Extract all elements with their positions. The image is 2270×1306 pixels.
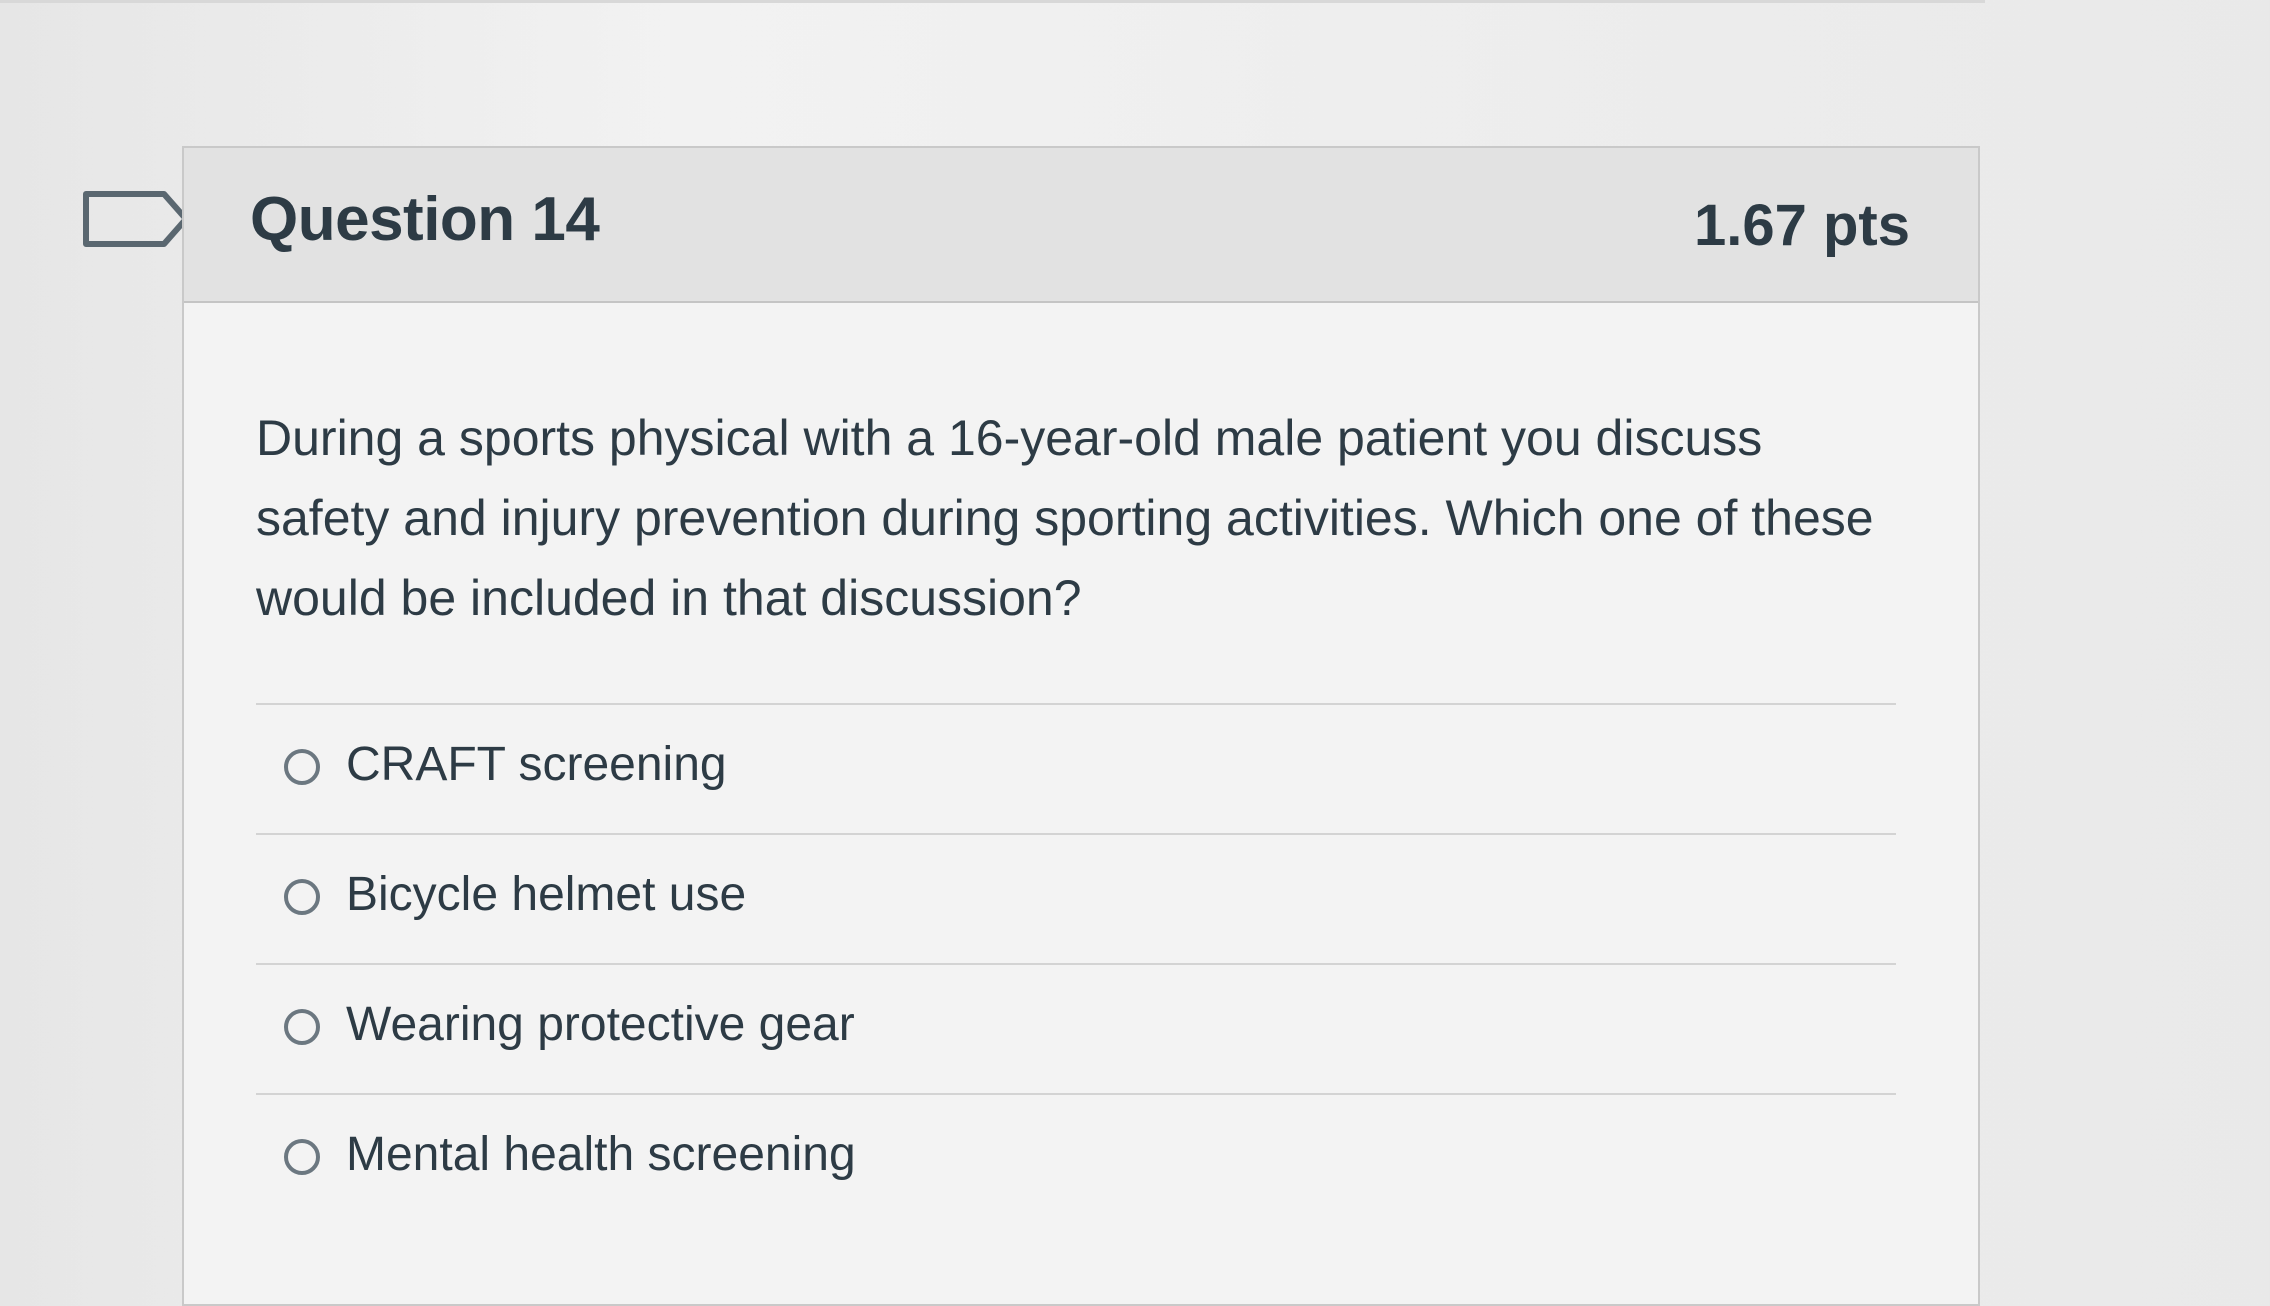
answer-label[interactable]: CRAFT screening: [346, 737, 727, 792]
answer-label[interactable]: Bicycle helmet use: [346, 867, 746, 922]
answer-list: CRAFT screening Bicycle helmet use Weari…: [256, 703, 1896, 1223]
page-divider: [0, 0, 1985, 3]
radio-unselected-icon[interactable]: [284, 749, 320, 785]
question-text: During a sports physical with a 16-year-…: [256, 410, 1874, 626]
question-title: Question 14: [250, 185, 600, 254]
question-points: 1.67 pts: [1694, 193, 1910, 258]
answer-option[interactable]: Wearing protective gear: [256, 963, 1896, 1093]
radio-unselected-icon[interactable]: [284, 879, 320, 915]
radio-unselected-icon[interactable]: [284, 1009, 320, 1045]
radio-unselected-icon[interactable]: [284, 1139, 320, 1175]
answer-option[interactable]: Mental health screening: [256, 1093, 1896, 1223]
question-header: Question 14 1.67 pts: [184, 148, 1978, 303]
question-card: Question 14 1.67 pts During a sports phy…: [182, 146, 1980, 1306]
answer-label[interactable]: Wearing protective gear: [346, 997, 855, 1052]
answer-option[interactable]: Bicycle helmet use: [256, 833, 1896, 963]
answer-label[interactable]: Mental health screening: [346, 1127, 856, 1182]
bookmark-flag-icon[interactable]: [82, 190, 192, 248]
answer-option[interactable]: CRAFT screening: [256, 703, 1896, 833]
